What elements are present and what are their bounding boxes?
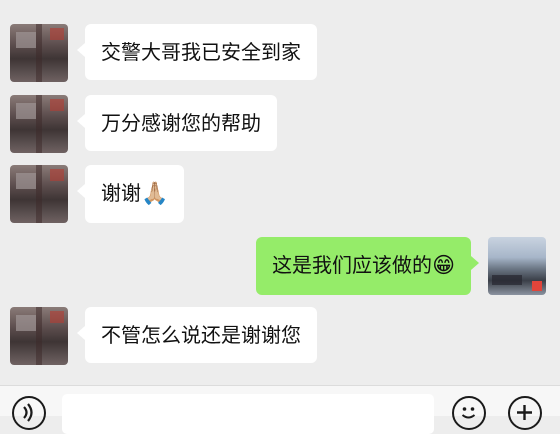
message-text: 不管怎么说还是谢谢您 — [101, 323, 301, 347]
voice-wave-glyph — [23, 403, 33, 422]
contact-avatar[interactable] — [10, 95, 68, 153]
message-text: 交警大哥我已安全到家 — [101, 40, 301, 64]
message-row: 不管怎么说还是谢谢您 — [10, 307, 317, 365]
smiley-glyph — [461, 407, 476, 419]
message-text: 这是我们应该做的 — [272, 253, 433, 277]
contact-avatar[interactable] — [10, 165, 68, 223]
message-bubble-outgoing[interactable]: 这是我们应该做的😁 — [256, 237, 479, 295]
voice-icon[interactable] — [12, 396, 46, 430]
message-input-bar — [0, 385, 560, 434]
message-row: 谢谢🙏🏼 — [10, 165, 185, 223]
chat-message-list[interactable]: 交警大哥我已安全到家 万分感谢您的帮助 谢谢🙏🏼 这是我们应该做的😁 不管怎么说… — [0, 0, 560, 385]
contact-avatar[interactable] — [10, 24, 68, 82]
plus-glyph — [517, 405, 532, 420]
message-bubble-incoming[interactable]: 交警大哥我已安全到家 — [77, 24, 317, 80]
message-input[interactable] — [62, 394, 434, 434]
contact-avatar[interactable] — [10, 307, 68, 365]
message-bubble-incoming[interactable]: 万分感谢您的帮助 — [77, 95, 277, 151]
message-row: 万分感谢您的帮助 — [10, 95, 277, 153]
message-row: 这是我们应该做的😁 — [256, 237, 546, 295]
emoji-icon[interactable] — [452, 396, 486, 430]
plus-icon[interactable] — [508, 396, 542, 430]
message-bubble-incoming[interactable]: 谢谢🙏🏼 — [76, 165, 185, 223]
message-text: 谢谢 — [101, 181, 141, 205]
message-row: 交警大哥我已安全到家 — [10, 24, 317, 82]
self-avatar[interactable] — [488, 237, 546, 295]
message-text: 万分感谢您的帮助 — [101, 111, 261, 135]
praying-hands-emoji: 🙏🏼 — [141, 181, 169, 207]
message-bubble-incoming[interactable]: 不管怎么说还是谢谢您 — [77, 307, 317, 363]
grinning-face-emoji: 😁 — [432, 253, 455, 279]
